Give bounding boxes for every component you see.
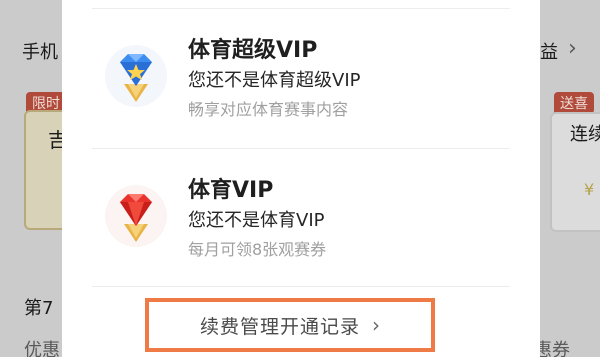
tier-status: 您还不是体育VIP [188,210,325,231]
red-diamond-trophy-icon [104,184,168,248]
blue-diamond-trophy-icon [104,44,168,108]
vip-membership-sheet: 体育超级VIP 您还不是体育超级VIP 畅享对应体育赛事内容 体育VIP 您还不… [62,0,540,357]
divider [92,286,510,287]
chevron-right-icon: › [568,36,577,61]
renewal-records-label: 续费管理开通记录 [199,315,360,338]
background-section-label: 第7 [24,298,54,319]
tier-title: 体育VIP [188,178,274,203]
divider [92,8,510,9]
chevron-right-icon: › [372,313,380,337]
background-bottom-label: 优惠 [24,340,60,357]
divider [92,148,510,149]
tier-vip[interactable]: 体育VIP 您还不是体育VIP 每月可领8张观赛券 [92,162,510,282]
tier-description: 每月可领8张观赛券 [188,240,327,259]
background-card-label-right: 连续 [570,124,600,145]
background-top-label: 手机 [22,42,58,63]
background-left-column: 手机 限时 吉 第7 优惠 [0,0,84,357]
tier-super-vip[interactable]: 体育超级VIP 您还不是体育超级VIP 畅享对应体育赛事内容 [92,22,510,142]
renewal-records-button[interactable]: 续费管理开通记录 › [145,298,435,352]
tier-description: 畅享对应体育赛事内容 [188,100,349,119]
background-right-column: 益 › 送喜 连续 ¥ 惠券 [534,0,600,357]
background-price-glyph: ¥ [584,180,595,199]
background-badge-right: 送喜 [554,92,594,114]
tier-title: 体育超级VIP [188,38,318,63]
tier-status: 您还不是体育超级VIP [188,70,361,91]
background-top-label-right: 益 [540,42,558,63]
